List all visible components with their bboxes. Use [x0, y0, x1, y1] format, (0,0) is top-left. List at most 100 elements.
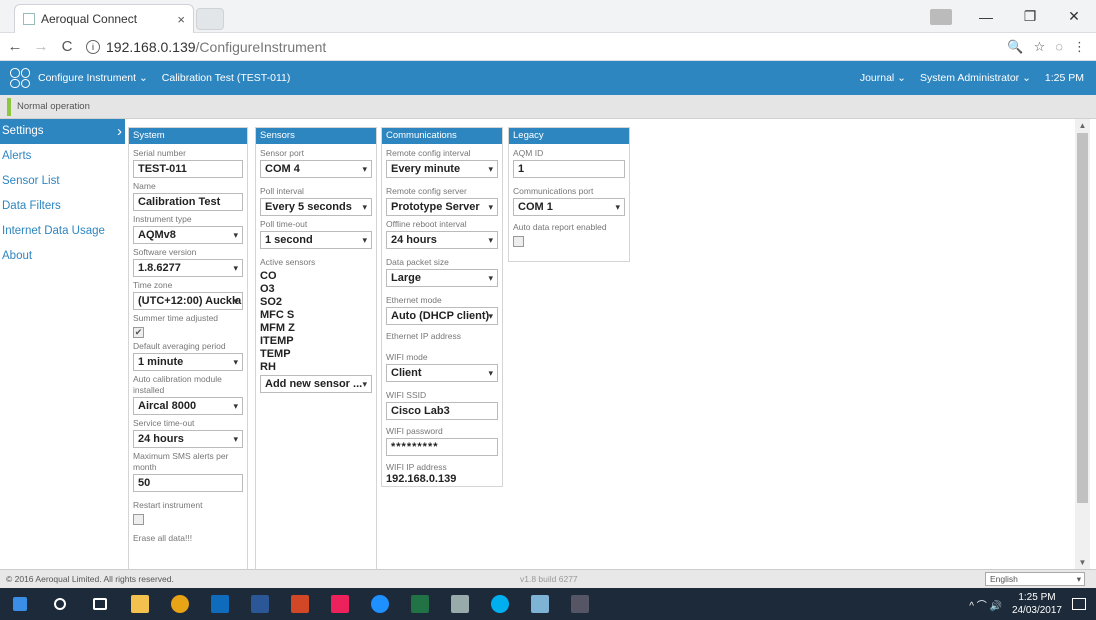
- taskbar-time: 1:25 PM: [1018, 592, 1056, 603]
- averaging-period-select[interactable]: 1 minute: [133, 353, 243, 371]
- app2-icon[interactable]: [520, 588, 560, 620]
- extension-icon[interactable]: ◌: [1055, 39, 1063, 54]
- task-view-icon[interactable]: [80, 588, 120, 620]
- language-select[interactable]: English: [985, 572, 1085, 586]
- aeroqual-logo-icon[interactable]: [10, 68, 30, 88]
- sidebar-item-data-filters[interactable]: Data Filters: [0, 194, 125, 219]
- close-window-button[interactable]: ✕: [1052, 8, 1096, 25]
- active-sensor-item[interactable]: ITEMP: [260, 335, 372, 348]
- minimize-button[interactable]: —: [964, 9, 1008, 25]
- add-sensor-select[interactable]: Add new sensor ...: [260, 375, 372, 393]
- active-sensor-item[interactable]: RH: [260, 361, 372, 374]
- remote-config-interval-select[interactable]: Every minute: [386, 160, 498, 178]
- content-scrollbar[interactable]: ▲ ▼: [1075, 119, 1090, 569]
- sidebar-item-alerts[interactable]: Alerts: [0, 144, 125, 169]
- sidebar-item-sensor-list[interactable]: Sensor List: [0, 169, 125, 194]
- summer-time-checkbox[interactable]: ✔: [133, 327, 144, 338]
- notifications-icon[interactable]: [1072, 598, 1086, 610]
- sidebar-item-about[interactable]: About: [0, 244, 125, 269]
- journal-menu[interactable]: Journal ⌄: [860, 72, 906, 84]
- tab-title: Aeroqual Connect: [41, 12, 138, 26]
- taskbar-clock[interactable]: 1:25 PM 24/03/2017: [1012, 591, 1062, 617]
- active-sensor-item[interactable]: MFM Z: [260, 322, 372, 335]
- active-sensor-item[interactable]: O3: [260, 283, 372, 296]
- auto-calibration-select[interactable]: Aircal 8000: [133, 397, 243, 415]
- remote-config-interval-label: Remote config interval: [386, 148, 471, 158]
- communications-port-select[interactable]: COM 1: [513, 198, 625, 216]
- aqm-id-input[interactable]: 1: [513, 160, 625, 178]
- tab-close-icon[interactable]: ×: [177, 12, 185, 27]
- system-tray-icons[interactable]: ^ ⌒ 🔊: [969, 597, 1002, 612]
- new-tab-button[interactable]: [196, 8, 224, 30]
- p5-icon[interactable]: [320, 588, 360, 620]
- ethernet-ip-label: Ethernet IP address: [386, 331, 461, 341]
- offline-reboot-select[interactable]: 24 hours: [386, 231, 498, 249]
- summer-time-label: Summer time adjusted: [133, 313, 219, 323]
- active-sensor-item[interactable]: SO2: [260, 296, 372, 309]
- app3-icon[interactable]: [560, 588, 600, 620]
- reload-button[interactable]: C: [56, 38, 78, 55]
- poll-timeout-select[interactable]: 1 second: [260, 231, 372, 249]
- time-zone-select[interactable]: (UTC+12:00) Aucklan: [133, 292, 243, 310]
- outlook-icon[interactable]: [200, 588, 240, 620]
- instrument-selector[interactable]: Calibration Test (TEST-011): [162, 72, 291, 84]
- scroll-down-icon[interactable]: ▼: [1075, 558, 1090, 567]
- sensor-port-select[interactable]: COM 4: [260, 160, 372, 178]
- forward-button[interactable]: →: [30, 38, 52, 55]
- system-panel: System Serial number TEST-011 Name Calib…: [128, 127, 248, 569]
- poll-interval-select[interactable]: Every 5 seconds: [260, 198, 372, 216]
- zoom-icon[interactable]: 🔍: [1007, 39, 1023, 55]
- url-path: /ConfigureInstrument: [195, 38, 327, 55]
- scroll-up-icon[interactable]: ▲: [1075, 121, 1090, 130]
- data-packet-size-select[interactable]: Large: [386, 269, 498, 287]
- sidebar-item-settings[interactable]: Settings: [0, 119, 125, 144]
- windows-taskbar: ^ ⌒ 🔊 1:25 PM 24/03/2017: [0, 588, 1096, 620]
- profile-icon[interactable]: [930, 8, 952, 25]
- communications-panel: Communications Remote config interval Ev…: [381, 127, 503, 487]
- remote-config-server-select[interactable]: Prototype Server: [386, 198, 498, 216]
- back-button[interactable]: ←: [4, 38, 26, 55]
- powerpoint-icon[interactable]: [280, 588, 320, 620]
- browser-tab[interactable]: Aeroqual Connect ×: [14, 4, 194, 33]
- info-icon[interactable]: i: [86, 39, 100, 54]
- active-sensor-item[interactable]: TEMP: [260, 348, 372, 361]
- software-version-select[interactable]: 1.8.6277: [133, 259, 243, 277]
- instrument-type-label: Instrument type: [133, 214, 192, 224]
- name-input[interactable]: Calibration Test: [133, 193, 243, 211]
- wifi-mode-select[interactable]: Client: [386, 364, 498, 382]
- url-field[interactable]: i 192.168.0.139 /ConfigureInstrument: [86, 39, 1007, 55]
- skype-icon[interactable]: [480, 588, 520, 620]
- service-timeout-select[interactable]: 24 hours: [133, 430, 243, 448]
- communications-port-label: Communications port: [513, 186, 594, 196]
- app-icon[interactable]: [440, 588, 480, 620]
- word-icon[interactable]: [240, 588, 280, 620]
- excel-icon[interactable]: [400, 588, 440, 620]
- configure-instrument-menu[interactable]: Configure Instrument ⌄: [38, 72, 148, 84]
- ethernet-mode-select[interactable]: Auto (DHCP client): [386, 307, 498, 325]
- active-sensor-item[interactable]: MFC S: [260, 309, 372, 322]
- file-explorer-icon[interactable]: [120, 588, 160, 620]
- build-version: v1.8 build 6277: [520, 574, 578, 584]
- instrument-type-select[interactable]: AQMv8: [133, 226, 243, 244]
- wifi-mode-label: WIFI mode: [386, 352, 428, 362]
- wifi-ssid-input[interactable]: Cisco Lab3: [386, 402, 498, 420]
- chrome-icon[interactable]: [160, 588, 200, 620]
- scrollbar-thumb[interactable]: [1077, 133, 1088, 503]
- max-sms-input[interactable]: 50: [133, 474, 243, 492]
- bookmark-star-icon[interactable]: ☆: [1034, 39, 1046, 55]
- max-sms-label: Maximum SMS alerts per month: [133, 451, 229, 472]
- wifi-password-input[interactable]: *********: [386, 438, 498, 456]
- user-menu[interactable]: System Administrator ⌄: [920, 72, 1031, 84]
- start-button[interactable]: [0, 588, 40, 620]
- auto-data-report-checkbox[interactable]: [513, 236, 524, 247]
- edge-icon[interactable]: [360, 588, 400, 620]
- wifi-ip-value: 192.168.0.139: [386, 473, 457, 485]
- restart-instrument-checkbox[interactable]: [133, 514, 144, 525]
- browser-menu-icon[interactable]: ⋮: [1073, 39, 1086, 55]
- browser-tabbar: Aeroqual Connect × — ❐ ✕: [0, 0, 1096, 33]
- search-icon[interactable]: [40, 588, 80, 620]
- sidebar-item-internet-data-usage[interactable]: Internet Data Usage: [0, 219, 125, 244]
- serial-number-input[interactable]: TEST-011: [133, 160, 243, 178]
- active-sensor-item[interactable]: CO: [260, 270, 372, 283]
- maximize-button[interactable]: ❐: [1008, 8, 1052, 25]
